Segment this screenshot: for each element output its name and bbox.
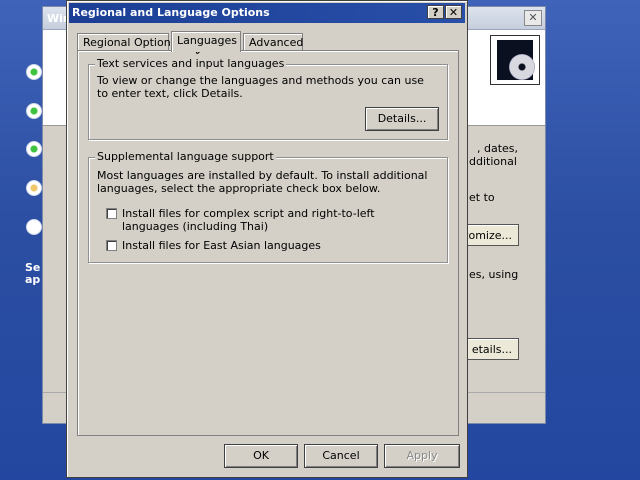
tab-advanced[interactable]: Advanced <box>243 33 303 51</box>
languages-tab-panel: Text services and input languages To vie… <box>77 50 459 436</box>
complex-script-checkbox[interactable] <box>106 208 117 219</box>
background-text-line: et to <box>469 191 495 204</box>
supplemental-legend: Supplemental language support <box>95 150 276 163</box>
text-services-group: Text services and input languages To vie… <box>88 57 448 140</box>
details-button[interactable]: Details... <box>365 107 439 131</box>
help-button[interactable]: ? <box>427 5 444 19</box>
radio-bullet-icon <box>26 64 42 80</box>
radio-bullet-icon <box>26 180 42 196</box>
tab-languages[interactable]: Languages <box>171 31 241 52</box>
ok-button[interactable]: OK <box>224 444 298 468</box>
radio-bullet-icon <box>26 141 42 157</box>
dialog-titlebar: Regional and Language Options ? ✕ <box>69 3 465 23</box>
complex-script-label: Install files for complex script and rig… <box>122 207 375 233</box>
dialog-title: Regional and Language Options <box>72 6 270 19</box>
east-asian-checkbox[interactable] <box>106 240 117 251</box>
ok-button-label: OK <box>253 449 269 462</box>
details-button-label: Details... <box>377 112 427 125</box>
close-button[interactable]: ✕ <box>445 5 462 19</box>
apply-button[interactable]: Apply <box>384 444 460 468</box>
cancel-button[interactable]: Cancel <box>304 444 378 468</box>
background-text-line: , dates, <box>477 142 519 155</box>
radio-bullet-icon <box>26 219 42 235</box>
supplemental-language-group: Supplemental language support Most langu… <box>88 150 448 263</box>
background-close-icon[interactable]: ✕ <box>524 10 542 26</box>
apply-button-label: Apply <box>406 449 438 462</box>
cd-setup-icon <box>490 35 540 85</box>
supplemental-description: Most languages are installed by default.… <box>97 169 428 195</box>
left-setup-line: ap <box>25 273 41 286</box>
east-asian-label: Install files for East Asian languages <box>122 239 321 252</box>
text-services-legend: Text services and input languages <box>95 57 287 70</box>
left-setup-text: Se ap <box>25 262 40 286</box>
text-services-description: To view or change the languages and meth… <box>97 74 424 100</box>
tab-regional-options[interactable]: Regional Options <box>77 33 176 51</box>
radio-bullet-icon <box>26 103 42 119</box>
background-text-line: dditional <box>469 155 517 168</box>
background-text-line: es, using <box>469 268 519 281</box>
cancel-button-label: Cancel <box>322 449 360 462</box>
